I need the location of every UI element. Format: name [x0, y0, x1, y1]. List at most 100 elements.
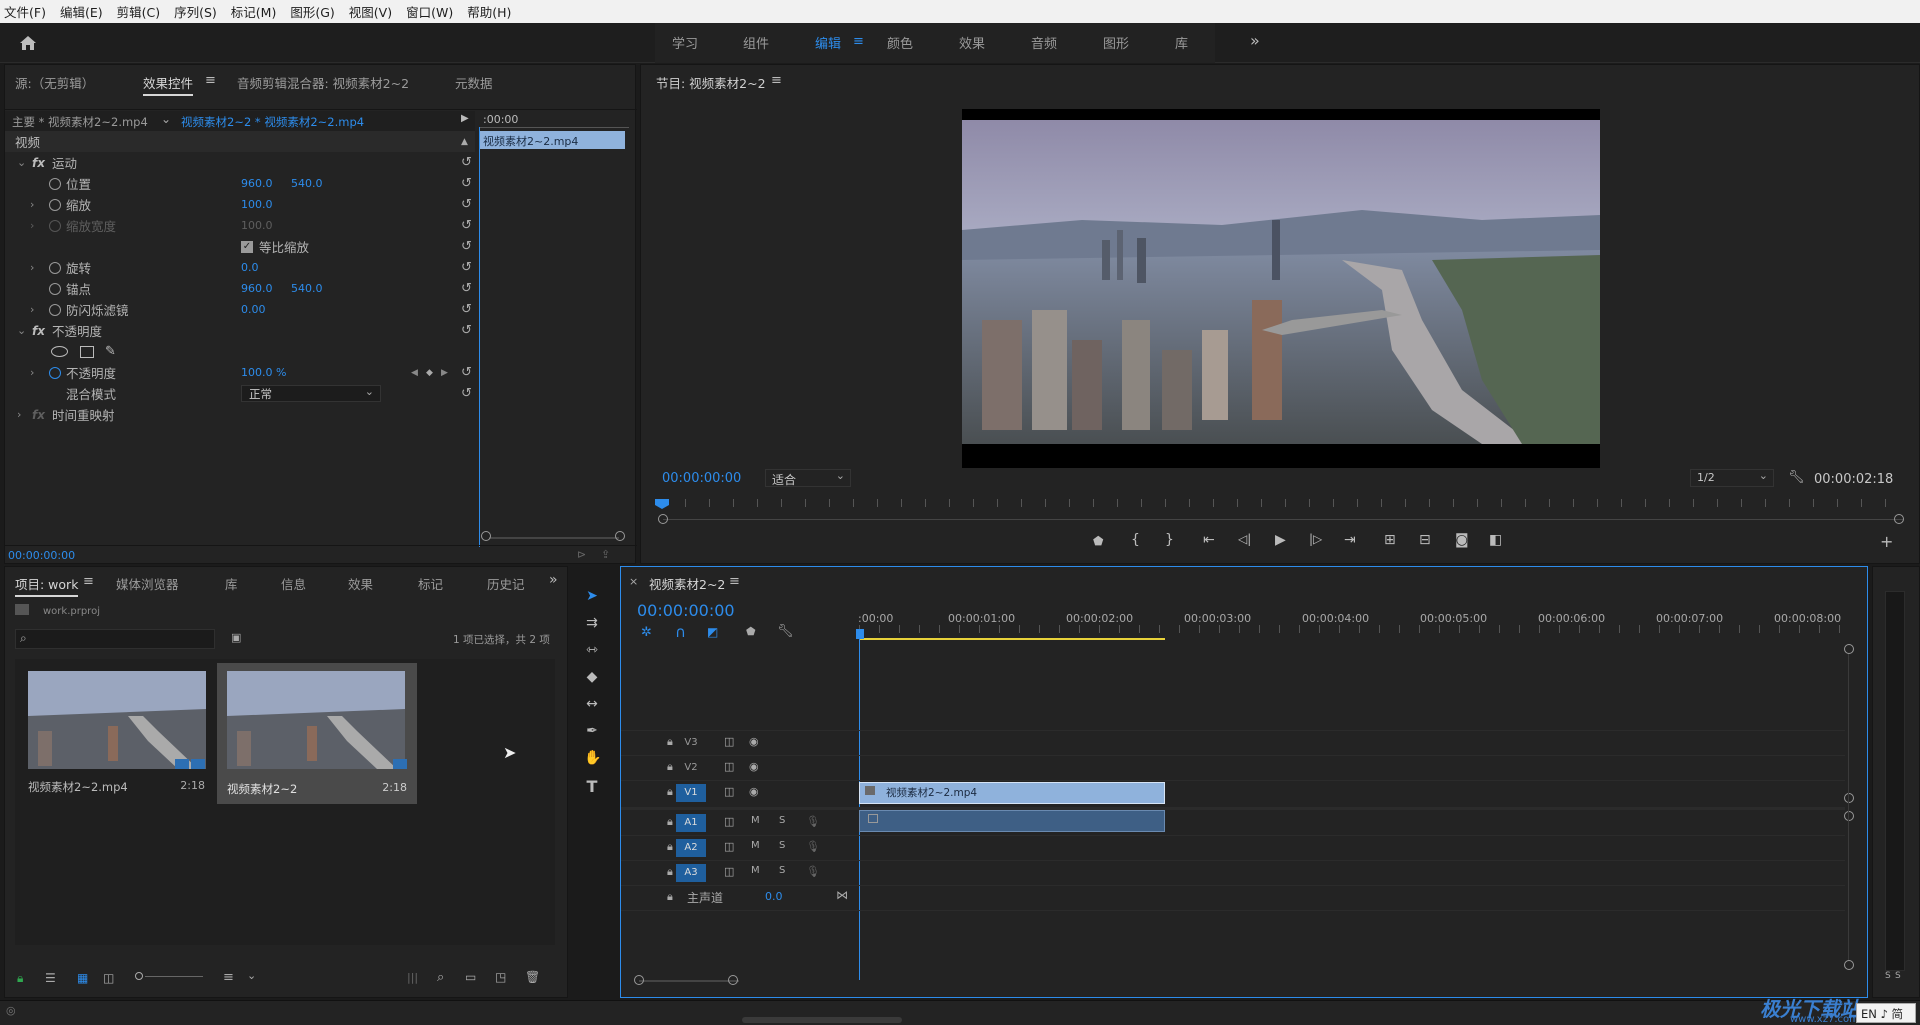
- rotation-value[interactable]: 0.0: [241, 261, 259, 274]
- lock-icon[interactable]: 🔒︎: [667, 785, 673, 799]
- reset-icon[interactable]: ↺: [461, 239, 472, 254]
- ellipse-mask-icon[interactable]: [51, 346, 68, 357]
- mini-timeline-clip[interactable]: 视频素材2~2.mp4: [479, 131, 625, 149]
- menu-marker[interactable]: 标记(M): [231, 2, 277, 21]
- horizontal-scrollbar[interactable]: [742, 1017, 902, 1023]
- uniform-scale-checkbox[interactable]: ✓: [241, 240, 253, 253]
- sort-icon[interactable]: ≡: [223, 970, 234, 985]
- tab-metadata[interactable]: 元数据: [455, 73, 493, 92]
- stopwatch-icon[interactable]: [49, 261, 61, 274]
- workspace-learn[interactable]: 学习: [672, 33, 698, 52]
- scale-value[interactable]: 100.0: [241, 198, 273, 211]
- timeline-title[interactable]: 视频素材2~2: [649, 574, 725, 593]
- prev-keyframe-icon[interactable]: ◀: [411, 368, 418, 378]
- go-to-out-icon[interactable]: ⇥: [1344, 532, 1356, 548]
- reset-icon[interactable]: ↺: [461, 302, 472, 317]
- eye-icon[interactable]: ◉: [749, 760, 759, 773]
- timeline-playhead-handle[interactable]: [856, 629, 864, 639]
- program-time-ruler[interactable]: [661, 499, 1906, 507]
- sync-lock-icon[interactable]: ◫: [724, 735, 734, 748]
- workspace-effects[interactable]: 效果: [959, 33, 985, 52]
- twirl-open-icon[interactable]: ⌄: [17, 156, 26, 169]
- lock-icon[interactable]: 🔒︎: [667, 890, 673, 904]
- microphone-icon[interactable]: 🎙︎: [806, 840, 820, 853]
- zoom-handle-left[interactable]: [634, 975, 644, 985]
- twirl-closed-icon[interactable]: ›: [30, 261, 34, 274]
- work-area-bar[interactable]: [859, 638, 1165, 640]
- tab-info[interactable]: 信息: [281, 574, 306, 593]
- reset-icon[interactable]: ↺: [461, 281, 472, 296]
- stopwatch-icon[interactable]: [49, 198, 61, 211]
- list-view-icon[interactable]: ☰: [45, 971, 56, 985]
- lock-icon[interactable]: 🔒︎: [667, 760, 673, 774]
- nest-icon[interactable]: ✲: [641, 625, 652, 640]
- program-video-frame[interactable]: [962, 109, 1600, 468]
- reset-icon[interactable]: ↺: [461, 197, 472, 212]
- twirl-closed-icon[interactable]: ›: [30, 198, 34, 211]
- tab-media-browser[interactable]: 媒体浏览器: [116, 574, 179, 593]
- workspace-color[interactable]: 颜色: [887, 33, 913, 52]
- opacity-value[interactable]: 100.0 %: [241, 366, 286, 379]
- lift-icon[interactable]: ⊞: [1384, 532, 1396, 548]
- scroll-handle[interactable]: [1844, 793, 1854, 803]
- project-item[interactable]: 视频素材2~2 2:18: [217, 663, 417, 804]
- track-label[interactable]: V3: [676, 734, 706, 752]
- track-label[interactable]: V2: [676, 759, 706, 777]
- tab-history[interactable]: 历史记: [487, 574, 525, 593]
- tab-source[interactable]: 源:（无剪辑）: [15, 73, 94, 92]
- play-icon[interactable]: ▶: [1275, 532, 1286, 548]
- timeline-zoom-scrollbar[interactable]: [639, 980, 739, 982]
- tab-audio-clip-mixer[interactable]: 音频剪辑混合器: 视频素材2~2: [237, 73, 409, 92]
- solo-right-label[interactable]: S: [1895, 971, 1901, 981]
- menu-file[interactable]: 文件(F): [4, 2, 46, 21]
- slip-tool-icon[interactable]: ↔: [584, 696, 600, 712]
- zoom-slider[interactable]: [145, 976, 203, 977]
- home-icon[interactable]: [18, 33, 38, 53]
- camera-icon[interactable]: ◙: [1455, 532, 1469, 548]
- chevron-down-icon[interactable]: ⌄: [161, 112, 171, 126]
- lock-icon[interactable]: 🔒︎: [17, 971, 23, 986]
- linked-selection-icon[interactable]: ◩: [707, 625, 718, 639]
- lock-icon[interactable]: 🔒︎: [667, 735, 673, 749]
- scroll-handle[interactable]: [1844, 644, 1854, 654]
- fx-icon[interactable]: fx: [32, 324, 45, 338]
- lock-icon[interactable]: 🔒︎: [667, 815, 673, 829]
- tab-effect-controls[interactable]: 效果控件: [143, 73, 194, 96]
- selection-tool-icon[interactable]: ➤: [584, 588, 600, 604]
- sync-lock-icon[interactable]: ◫: [724, 785, 734, 798]
- step-back-icon[interactable]: ◁|: [1238, 532, 1251, 546]
- reset-icon[interactable]: ↺: [461, 155, 472, 170]
- audio-clip[interactable]: [859, 810, 1165, 832]
- menu-clip[interactable]: 剪辑(C): [117, 2, 160, 21]
- sync-lock-icon[interactable]: ◫: [724, 815, 734, 828]
- add-marker-icon[interactable]: ⬟: [1093, 534, 1103, 548]
- panel-overflow-icon[interactable]: »: [549, 572, 558, 588]
- zoom-handle-right[interactable]: [728, 975, 738, 985]
- microphone-icon[interactable]: 🎙︎: [806, 815, 820, 828]
- zoom-slider-handle[interactable]: [135, 972, 143, 980]
- sync-lock-icon[interactable]: ◫: [724, 760, 734, 773]
- trash-icon[interactable]: 🗑︎: [525, 970, 540, 984]
- tab-libraries[interactable]: 库: [225, 574, 238, 593]
- workspace-graphics[interactable]: 图形: [1103, 33, 1129, 52]
- new-bin-icon[interactable]: ▭: [465, 970, 476, 984]
- tab-markers[interactable]: 标记: [418, 574, 443, 593]
- blend-mode-select[interactable]: 正常 ⌄: [241, 385, 381, 402]
- wrench-icon[interactable]: 🔧︎: [777, 624, 794, 639]
- mark-in-icon[interactable]: {: [1131, 532, 1140, 548]
- program-playhead[interactable]: [655, 499, 669, 509]
- ime-indicator[interactable]: EN ♪ 简: [1856, 1003, 1916, 1023]
- hand-tool-icon[interactable]: ✋: [584, 750, 601, 766]
- status-icon[interactable]: ◎: [6, 1004, 16, 1017]
- track-label[interactable]: A2: [676, 839, 706, 857]
- stopwatch-icon[interactable]: [49, 366, 61, 379]
- fx-icon[interactable]: fx: [32, 156, 45, 170]
- rectangle-mask-icon[interactable]: [80, 345, 94, 358]
- tab-project[interactable]: 项目: work: [15, 574, 79, 597]
- reset-icon[interactable]: ↺: [461, 260, 472, 275]
- search-icon[interactable]: ⌕: [437, 970, 444, 985]
- mini-playhead[interactable]: [479, 127, 480, 547]
- workspace-libraries[interactable]: 库: [1175, 33, 1188, 52]
- wrench-icon[interactable]: 🔧︎: [1788, 470, 1805, 485]
- track-label[interactable]: A1: [676, 814, 706, 832]
